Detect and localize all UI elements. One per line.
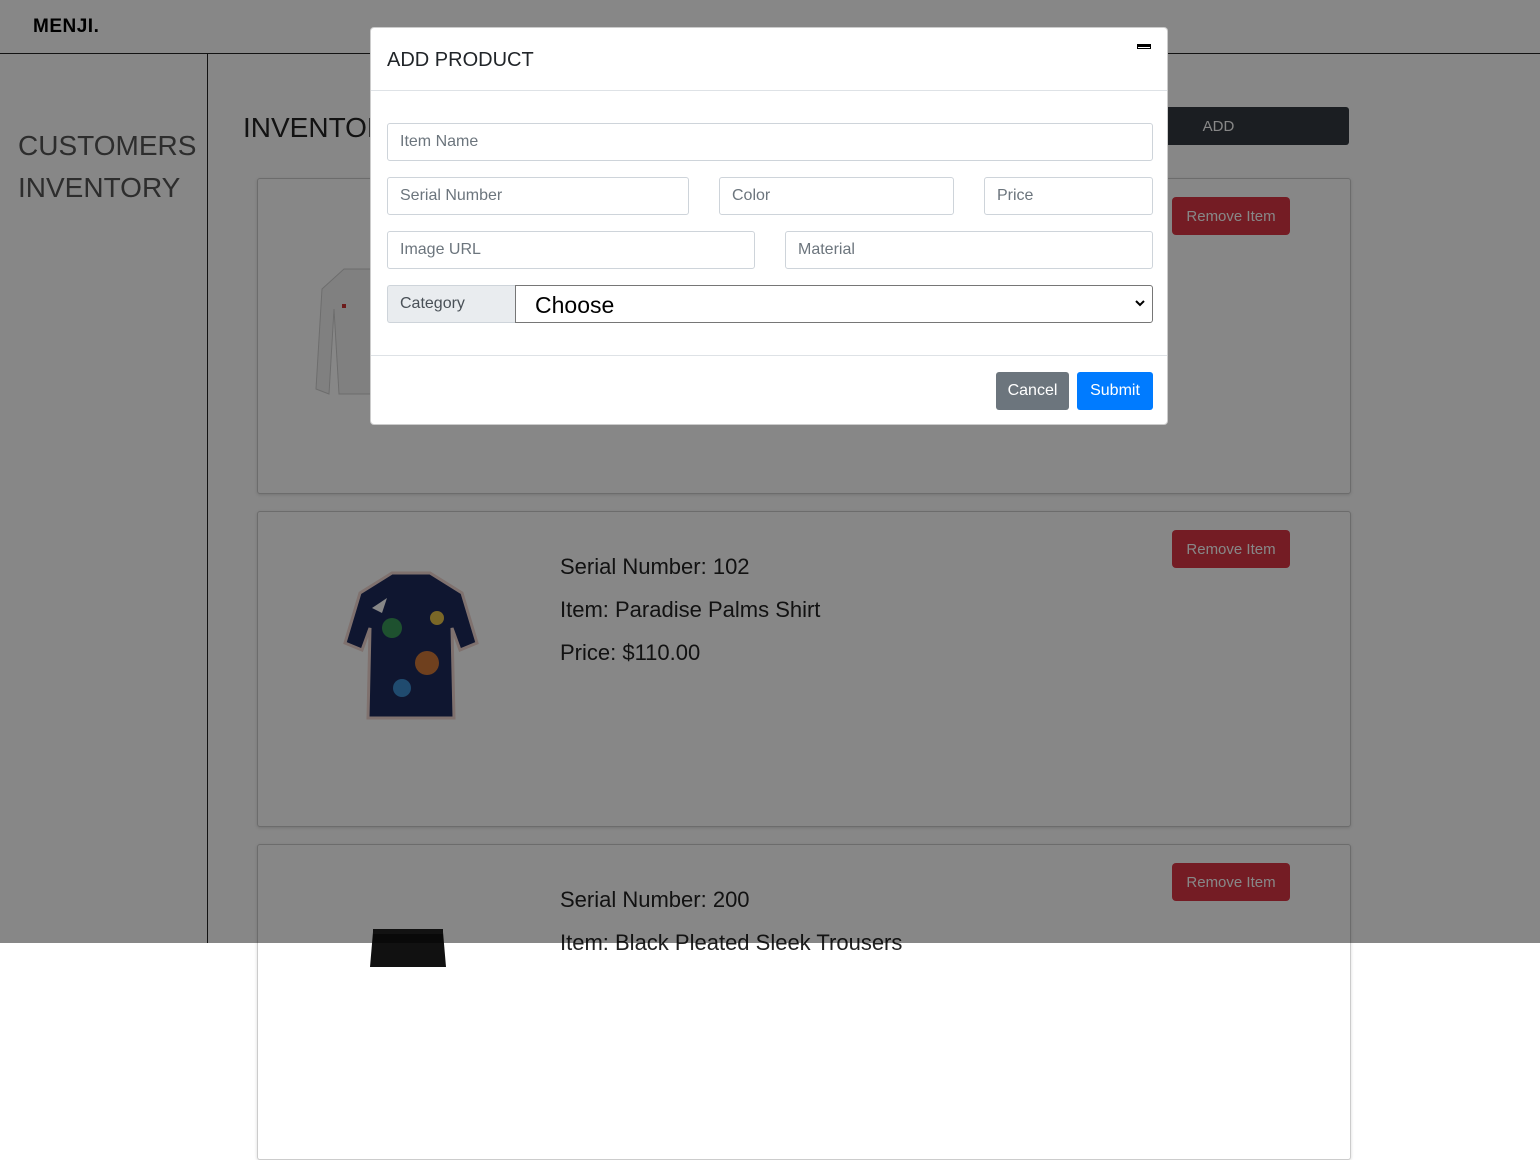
- item-name-input[interactable]: [387, 123, 1153, 161]
- add-product-modal: ADD PRODUCT Category Choose Cancel Submi…: [370, 27, 1168, 425]
- color-input[interactable]: [719, 177, 954, 215]
- chevron-down-icon: [1135, 300, 1145, 307]
- price-input[interactable]: [984, 177, 1153, 215]
- modal-title: ADD PRODUCT: [387, 49, 534, 71]
- submit-button[interactable]: Submit: [1077, 372, 1153, 410]
- image-url-input[interactable]: [387, 231, 755, 269]
- category-label: Category: [387, 285, 515, 323]
- serial-number-input[interactable]: [387, 177, 689, 215]
- material-input[interactable]: [785, 231, 1153, 269]
- category-select[interactable]: Choose: [515, 285, 1153, 323]
- minimize-icon[interactable]: [1137, 44, 1151, 49]
- category-selected-value: Choose: [535, 292, 615, 318]
- modal-footer-divider: [371, 355, 1167, 356]
- cancel-button[interactable]: Cancel: [996, 372, 1069, 410]
- modal-header: ADD PRODUCT: [371, 28, 1167, 91]
